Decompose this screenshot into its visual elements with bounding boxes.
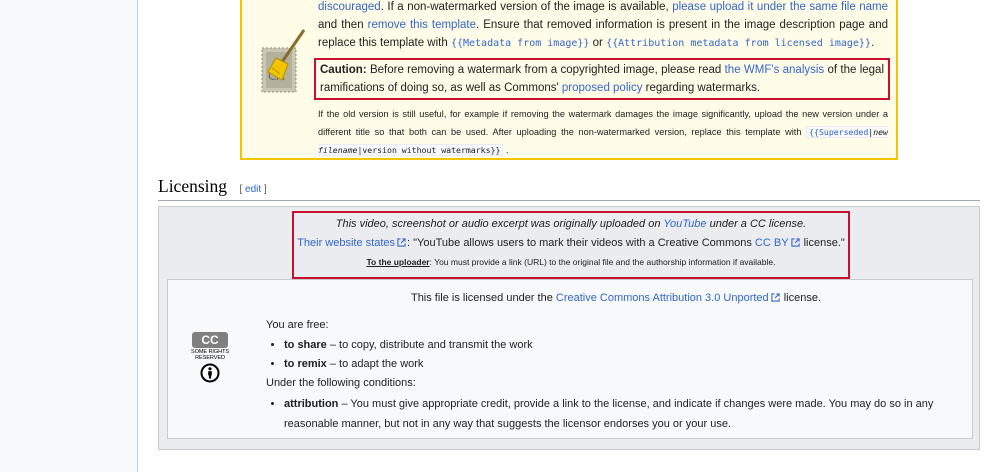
- external-link-icon: [771, 293, 780, 302]
- superseded-template-link[interactable]: {{Superseded: [809, 127, 868, 137]
- cc-logo-icon: CC SOME RIGHTS RESERVED: [176, 332, 244, 388]
- section-title: Licensing: [158, 176, 228, 196]
- cc-license-title: This file is licensed under the Creative…: [410, 292, 822, 304]
- cc-license-box: CC SOME RIGHTS RESERVED This file is lic…: [167, 279, 973, 439]
- list-item: attribution – You must give appropriate …: [284, 394, 966, 434]
- cc-by-link[interactable]: CC BY: [755, 237, 789, 249]
- youtube-link[interactable]: YouTube: [663, 218, 706, 230]
- you-are-free-label: You are free:: [266, 319, 329, 331]
- broom-icon: CA: [261, 29, 306, 93]
- attribution-template-link[interactable]: {{Attribution metadata from licensed ima…: [606, 38, 871, 49]
- licensing-heading: Licensing [ edit ]: [158, 176, 980, 201]
- edit-link[interactable]: edit: [245, 184, 261, 195]
- list-item: to share – to copy, distribute and trans…: [284, 336, 966, 355]
- license-container: This video, screenshot or audio excerpt …: [158, 206, 980, 450]
- metadata-template-link[interactable]: {{Metadata from image}}: [451, 38, 589, 49]
- watermark-small-note: If the old version is still useful, for …: [318, 109, 888, 156]
- conditions-list: attribution – You must give appropriate …: [266, 394, 966, 434]
- youtube-line-3: To the uploader: You must provide a link…: [366, 257, 776, 267]
- cc-by-icon: [200, 363, 220, 383]
- proposed-policy-link[interactable]: proposed policy: [562, 82, 643, 94]
- youtube-notice: This video, screenshot or audio excerpt …: [292, 211, 850, 279]
- conditions-label: Under the following conditions:: [266, 377, 416, 389]
- caution-box: Caution: Before removing a watermark fro…: [314, 58, 890, 100]
- caution-label: Caution:: [320, 64, 367, 76]
- list-item: to remix – to adapt the work: [284, 355, 966, 374]
- watermark-notice: CA discouraged. If a non-watermarked ver…: [240, 0, 898, 160]
- content-area: CA discouraged. If a non-watermarked ver…: [137, 0, 1000, 472]
- remove-template-link[interactable]: remove this template: [368, 19, 476, 31]
- website-states-link[interactable]: Their website states: [297, 237, 395, 249]
- cc-attribution-link[interactable]: Creative Commons Attribution 3.0 Unporte…: [556, 292, 769, 304]
- external-link-icon: [397, 238, 406, 247]
- wmf-analysis-link[interactable]: the WMF's analysis: [725, 64, 825, 76]
- some-rights-reserved: SOME RIGHTS RESERVED: [190, 349, 230, 361]
- edit-section: [ edit ]: [239, 184, 267, 195]
- upload-same-name-link[interactable]: please upload it under the same file nam…: [672, 1, 888, 13]
- youtube-line-1: This video, screenshot or audio excerpt …: [335, 218, 807, 230]
- youtube-line-2: Their website states: "YouTube allows us…: [297, 237, 845, 249]
- watermark-paragraph: discouraged. If a non-watermarked versio…: [318, 1, 889, 49]
- cc-badge: CC: [192, 332, 228, 348]
- to-uploader-label: To the uploader: [366, 257, 430, 267]
- external-link-icon: [790, 238, 800, 247]
- discouraged-link[interactable]: discouraged: [318, 1, 381, 13]
- freedoms-list: to share – to copy, distribute and trans…: [266, 336, 966, 374]
